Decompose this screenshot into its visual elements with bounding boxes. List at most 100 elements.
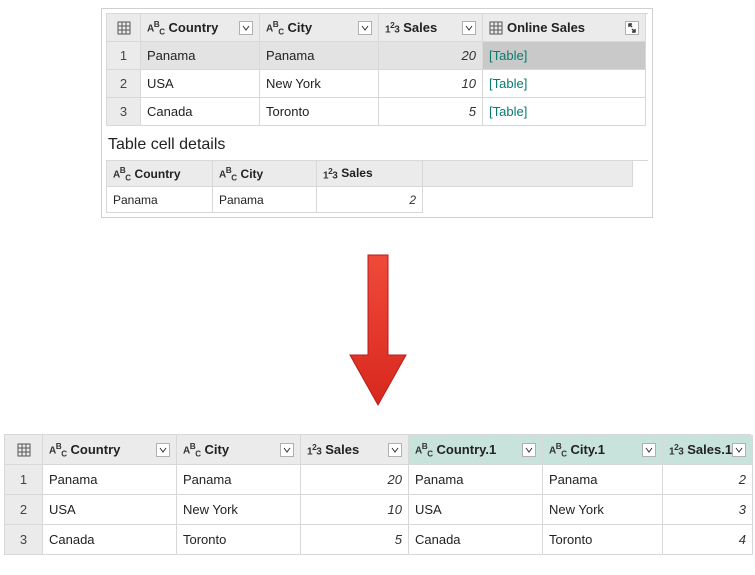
- col-header-sales1[interactable]: 123 Sales.1: [663, 435, 753, 465]
- detail-cell-empty: [423, 187, 633, 213]
- text-type-icon: ABC: [183, 441, 201, 458]
- col-header-country[interactable]: ABC Country: [141, 14, 260, 42]
- cell-sales[interactable]: 5: [301, 525, 409, 555]
- row-header[interactable]: 3: [107, 98, 141, 126]
- detail-cell-sales[interactable]: 2: [317, 187, 423, 213]
- col-label: City: [205, 442, 230, 457]
- text-type-icon: ABC: [415, 441, 433, 458]
- col-header-country[interactable]: ABC Country: [43, 435, 177, 465]
- col-label: Online Sales: [507, 20, 585, 35]
- col-header-sales[interactable]: 123 Sales: [301, 435, 409, 465]
- table-corner[interactable]: [107, 14, 141, 42]
- cell-sales[interactable]: 5: [379, 98, 483, 126]
- cell-country[interactable]: Panama: [43, 465, 177, 495]
- cell-city[interactable]: Panama: [260, 42, 379, 70]
- cell-sales[interactable]: 20: [379, 42, 483, 70]
- detail-cell-city[interactable]: Panama: [213, 187, 317, 213]
- col-label: City: [241, 167, 264, 181]
- table-type-icon: [489, 21, 503, 35]
- col-header-online-sales[interactable]: Online Sales: [483, 14, 646, 42]
- result-panel: ABC Country ABC City 123 Sales ABC Count…: [4, 434, 751, 555]
- transform-arrow: [338, 250, 418, 410]
- cell-country[interactable]: Panama: [141, 42, 260, 70]
- text-type-icon: ABC: [549, 441, 567, 458]
- col-header-city[interactable]: ABC City: [177, 435, 301, 465]
- cell-online-sales[interactable]: [Table]: [483, 98, 646, 126]
- col-label: Country: [169, 20, 219, 35]
- text-type-icon: ABC: [49, 441, 67, 458]
- table-icon: [17, 443, 31, 457]
- col-label: Sales: [341, 166, 372, 180]
- text-type-icon: ABC: [147, 19, 165, 36]
- cell-sales[interactable]: 20: [301, 465, 409, 495]
- result-table: ABC Country ABC City 123 Sales ABC Count…: [4, 434, 751, 555]
- col-label: Sales.1: [687, 442, 732, 457]
- detail-cell-country[interactable]: Panama: [107, 187, 213, 213]
- cell-city[interactable]: Panama: [177, 465, 301, 495]
- cell-country[interactable]: Canada: [141, 98, 260, 126]
- expand-column-icon[interactable]: [625, 21, 639, 35]
- row-header[interactable]: 2: [5, 495, 43, 525]
- number-type-icon: 123: [323, 166, 337, 181]
- dropdown-icon[interactable]: [732, 443, 746, 457]
- detail-col-country[interactable]: ABC Country: [107, 161, 213, 187]
- cell-country1[interactable]: USA: [409, 495, 543, 525]
- cell-city[interactable]: New York: [260, 70, 379, 98]
- cell-online-sales[interactable]: [Table]: [483, 70, 646, 98]
- text-type-icon: ABC: [219, 165, 237, 182]
- row-header[interactable]: 2: [107, 70, 141, 98]
- cell-country1[interactable]: Panama: [409, 465, 543, 495]
- detail-table: ABC Country ABC City 123 Sales Panama Pa…: [106, 160, 648, 213]
- col-header-country1[interactable]: ABC Country.1: [409, 435, 543, 465]
- dropdown-icon[interactable]: [239, 21, 253, 35]
- col-header-city[interactable]: ABC City: [260, 14, 379, 42]
- detail-col-sales[interactable]: 123 Sales: [317, 161, 423, 187]
- dropdown-icon[interactable]: [156, 443, 170, 457]
- cell-city[interactable]: Toronto: [260, 98, 379, 126]
- col-label: Sales: [325, 442, 359, 457]
- row-header[interactable]: 1: [5, 465, 43, 495]
- table-icon: [117, 21, 131, 35]
- cell-city[interactable]: Toronto: [177, 525, 301, 555]
- cell-country[interactable]: Canada: [43, 525, 177, 555]
- col-label: Country.1: [437, 442, 497, 457]
- col-label: City.1: [571, 442, 605, 457]
- cell-sales1[interactable]: 4: [663, 525, 753, 555]
- col-label: Sales: [403, 20, 437, 35]
- cell-sales[interactable]: 10: [301, 495, 409, 525]
- cell-country[interactable]: USA: [43, 495, 177, 525]
- cell-city1[interactable]: New York: [543, 495, 663, 525]
- dropdown-icon[interactable]: [358, 21, 372, 35]
- cell-country[interactable]: USA: [141, 70, 260, 98]
- cell-country1[interactable]: Canada: [409, 525, 543, 555]
- dropdown-icon[interactable]: [642, 443, 656, 457]
- source-table: ABC Country ABC City 123 Sales Online Sa…: [106, 13, 648, 126]
- cell-sales1[interactable]: 2: [663, 465, 753, 495]
- dropdown-icon[interactable]: [462, 21, 476, 35]
- number-type-icon: 123: [669, 442, 683, 457]
- detail-title: Table cell details: [108, 136, 646, 154]
- row-header[interactable]: 3: [5, 525, 43, 555]
- cell-city1[interactable]: Panama: [543, 465, 663, 495]
- cell-sales[interactable]: 10: [379, 70, 483, 98]
- number-type-icon: 123: [307, 442, 321, 457]
- cell-city[interactable]: New York: [177, 495, 301, 525]
- col-header-sales[interactable]: 123 Sales: [379, 14, 483, 42]
- detail-col-city[interactable]: ABC City: [213, 161, 317, 187]
- col-label: Country: [135, 167, 181, 181]
- text-type-icon: ABC: [113, 165, 131, 182]
- cell-sales1[interactable]: 3: [663, 495, 753, 525]
- row-header[interactable]: 1: [107, 42, 141, 70]
- col-label: Country: [71, 442, 121, 457]
- detail-col-empty: [423, 161, 633, 187]
- text-type-icon: ABC: [266, 19, 284, 36]
- col-header-city1[interactable]: ABC City.1: [543, 435, 663, 465]
- cell-city1[interactable]: Toronto: [543, 525, 663, 555]
- table-corner[interactable]: [5, 435, 43, 465]
- dropdown-icon[interactable]: [388, 443, 402, 457]
- dropdown-icon[interactable]: [522, 443, 536, 457]
- number-type-icon: 123: [385, 20, 399, 35]
- dropdown-icon[interactable]: [280, 443, 294, 457]
- cell-online-sales[interactable]: [Table]: [483, 42, 646, 70]
- source-panel: ABC Country ABC City 123 Sales Online Sa…: [101, 8, 653, 218]
